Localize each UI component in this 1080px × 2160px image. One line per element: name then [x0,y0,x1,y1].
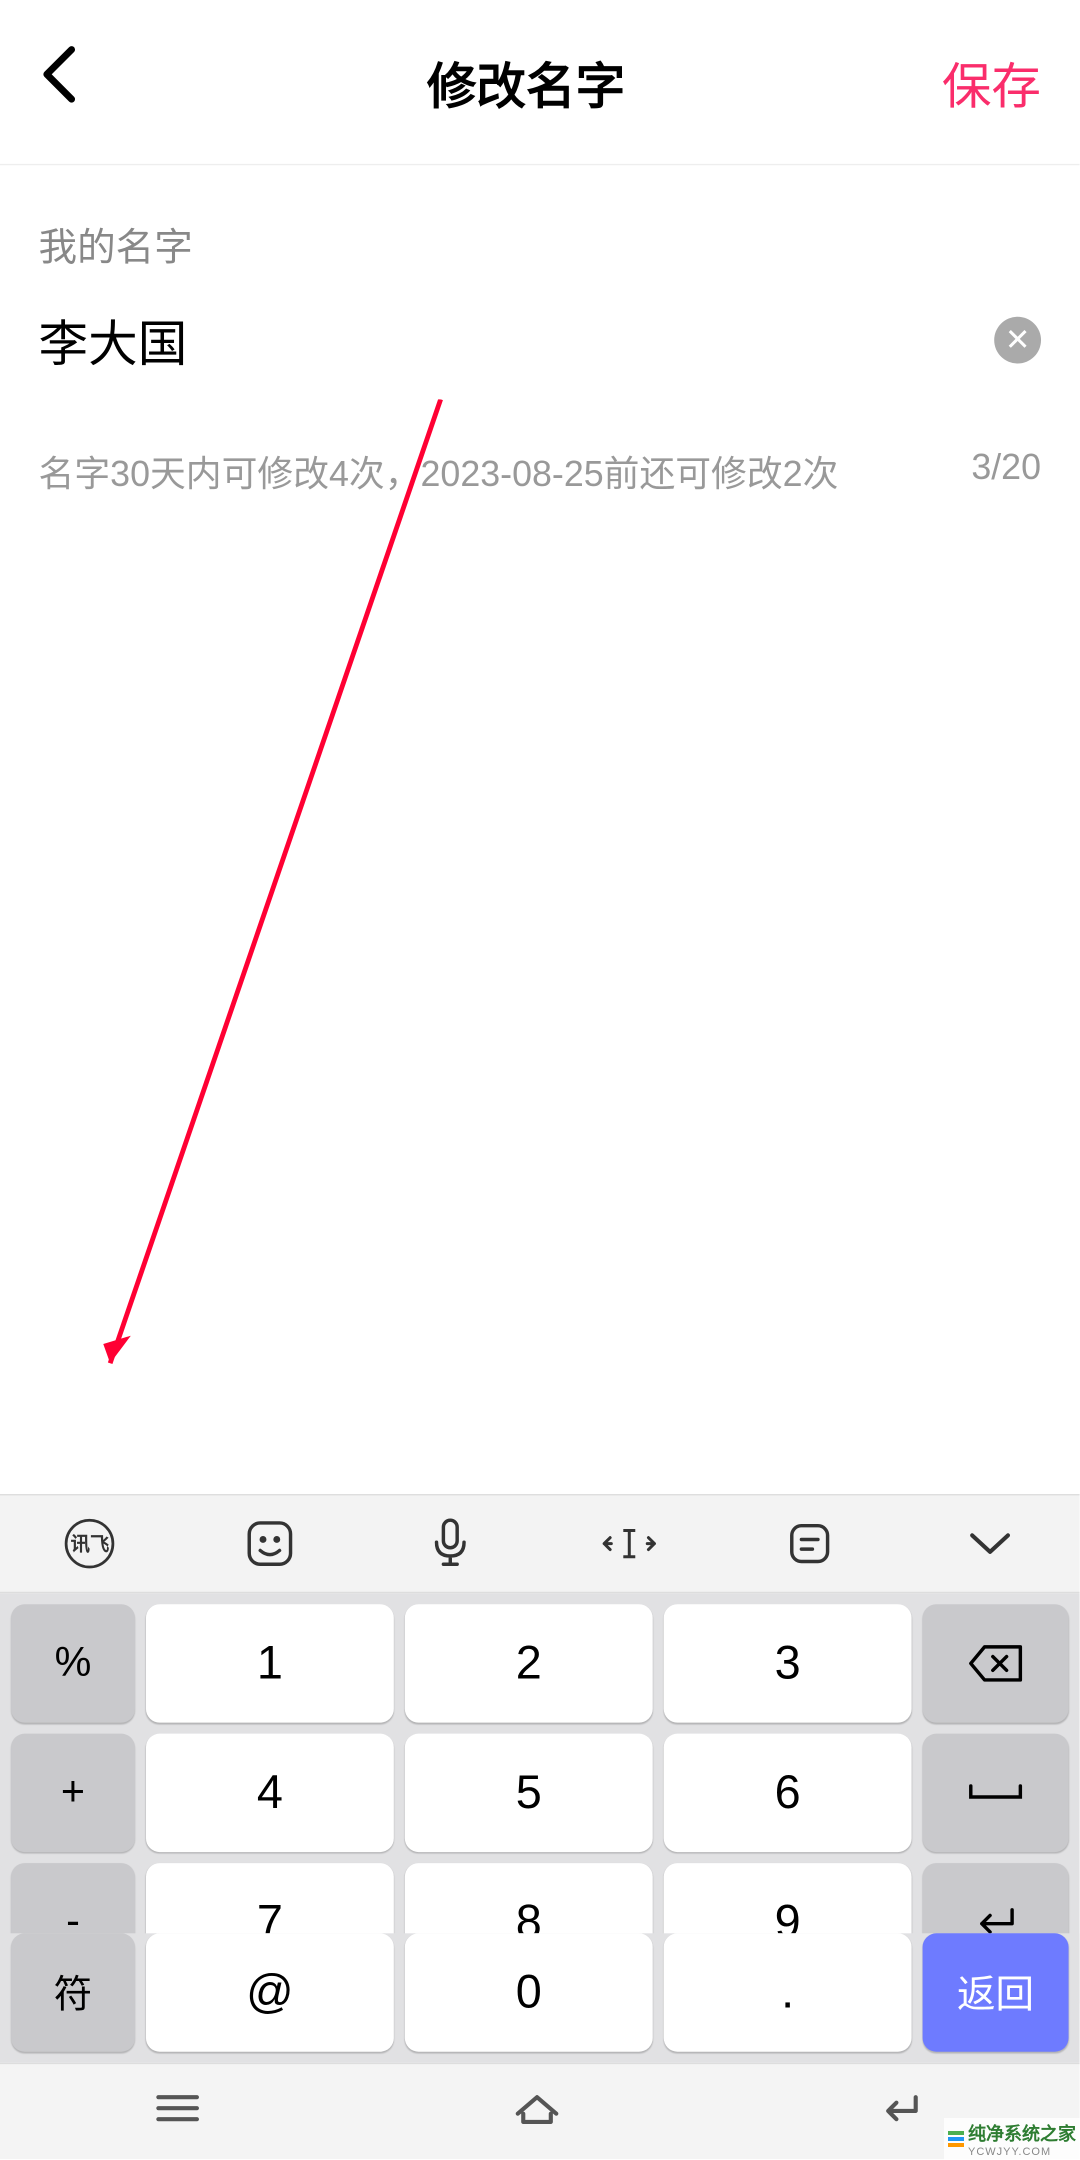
backspace-key[interactable] [923,1604,1069,1722]
emoji-icon[interactable] [242,1516,297,1571]
return-key[interactable]: 返回 [923,1933,1069,2051]
home-icon[interactable] [509,2089,564,2134]
key-at[interactable]: @ [146,1933,394,2051]
collapse-keyboard-icon[interactable] [962,1516,1017,1571]
key-3[interactable]: 3 [664,1604,912,1722]
field-label: 我的名字 [39,218,1041,273]
clipboard-icon[interactable] [782,1516,837,1571]
symbol-key[interactable]: 符 [11,1933,135,2051]
key-2[interactable]: 2 [405,1604,653,1722]
ime-xunfei-icon[interactable]: 讯飞 [62,1516,117,1571]
counter: 3/20 [971,446,1041,497]
save-button[interactable]: 保存 [931,46,1041,118]
key-6[interactable]: 6 [664,1734,912,1852]
key-dot[interactable]: . [664,1933,912,2051]
key-percent[interactable]: % [11,1604,135,1722]
mic-icon[interactable] [422,1516,477,1571]
key-4[interactable]: 4 [146,1734,394,1852]
clear-icon[interactable]: ✕ [994,317,1041,364]
space-key[interactable] [923,1734,1069,1852]
key-0[interactable]: 0 [405,1933,653,2051]
key-plus[interactable]: + [11,1734,135,1852]
recent-apps-icon[interactable] [153,2090,203,2133]
hint-text: 名字30天内可修改4次，2023-08-25前还可修改2次 [39,446,839,497]
key-5[interactable]: 5 [405,1734,653,1852]
page-title: 修改名字 [121,46,931,118]
back-icon[interactable] [39,43,122,120]
cursor-move-icon[interactable] [602,1516,657,1571]
watermark: 纯净系统之家 YCWJYY.COM [944,2118,1080,2160]
key-1[interactable]: 1 [146,1604,394,1722]
back-nav-icon[interactable] [871,2089,926,2134]
name-input[interactable] [39,311,995,369]
